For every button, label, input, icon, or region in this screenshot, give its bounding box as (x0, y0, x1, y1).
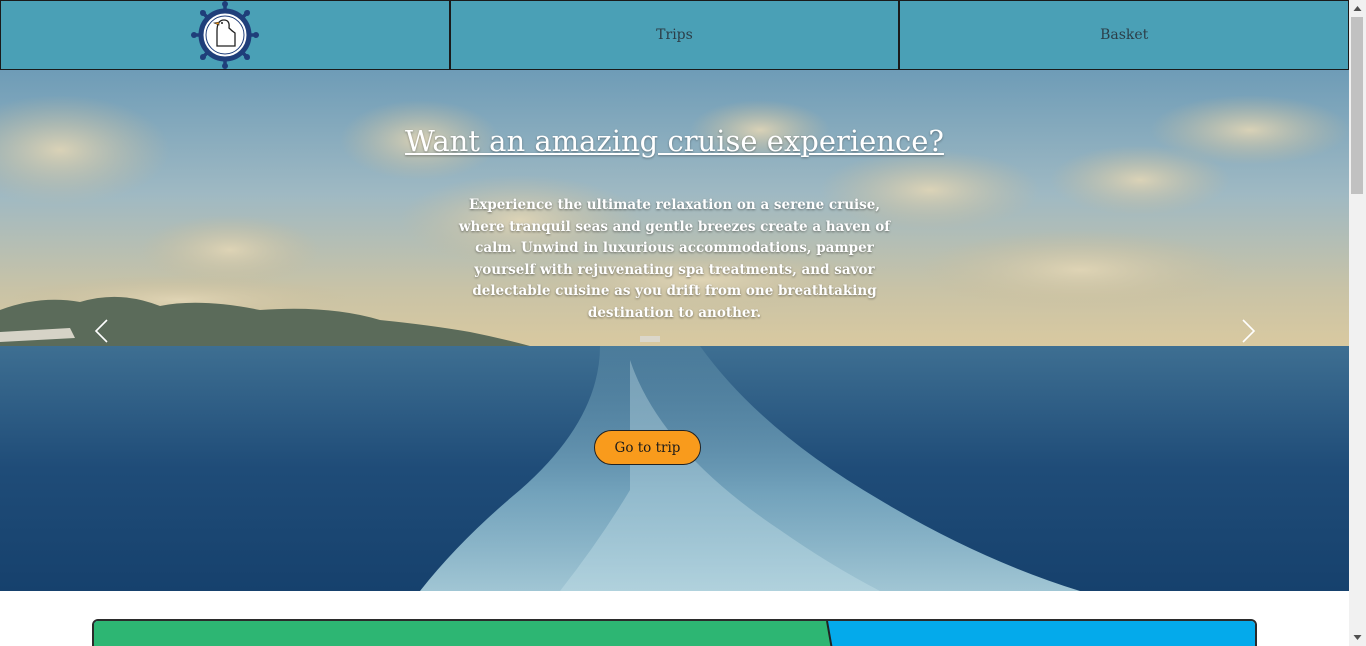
chevron-left-icon[interactable] (92, 318, 112, 344)
vertical-scrollbar[interactable] (1349, 0, 1366, 646)
nav-item-trips[interactable]: Trips (449, 0, 900, 70)
featured-panel-background (94, 621, 1255, 646)
ship-wheel-logo-icon[interactable] (190, 1, 259, 69)
hero-description: Experience the ultimate relaxation on a … (458, 197, 891, 321)
hero-carousel: Want an amazing cruise experience? Exper… (0, 70, 1349, 591)
go-to-trip-button[interactable]: Go to trip (594, 430, 701, 465)
scroll-up-arrow-icon[interactable] (1349, 0, 1366, 17)
nav-item-basket-label: Basket (1100, 27, 1149, 43)
hero-title[interactable]: Want an amazing cruise experience? (0, 124, 1349, 158)
chevron-right-icon[interactable] (1238, 318, 1258, 344)
scrollbar-thumb[interactable] (1351, 17, 1363, 194)
nav-logo-cell[interactable] (0, 0, 450, 70)
nav-item-trips-label: Trips (656, 27, 693, 43)
top-navigation: Trips Basket (0, 0, 1349, 70)
featured-panel (92, 619, 1257, 646)
scroll-down-arrow-icon[interactable] (1349, 629, 1366, 646)
go-to-trip-label: Go to trip (614, 439, 681, 456)
nav-item-basket[interactable]: Basket (899, 0, 1349, 70)
page: Trips Basket Want an amazing cruise expe… (0, 0, 1349, 646)
